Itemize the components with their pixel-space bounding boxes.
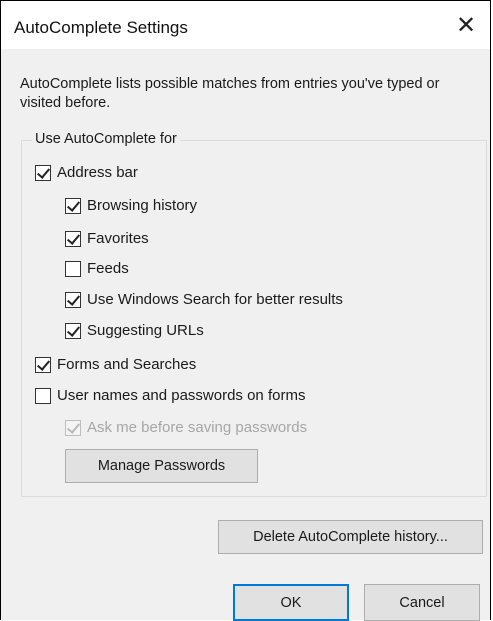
checkbox-label: Use Windows Search for better results: [87, 291, 343, 308]
checkbox-address-bar[interactable]: Address bar: [35, 164, 138, 181]
checkbox-forms-and-searches[interactable]: Forms and Searches: [35, 356, 196, 373]
delete-autocomplete-history-button[interactable]: Delete AutoComplete history...: [218, 520, 483, 554]
close-icon[interactable]: ✕: [452, 11, 480, 39]
use-autocomplete-groupbox: [21, 140, 487, 497]
checkbox-label: User names and passwords on forms: [57, 387, 306, 404]
checkbox-address-bar-box[interactable]: [35, 164, 51, 181]
cancel-button[interactable]: Cancel: [364, 584, 480, 621]
autocomplete-settings-dialog: AutoComplete Settings ✕ AutoComplete lis…: [0, 0, 491, 621]
description-text: AutoComplete lists possible matches from…: [20, 76, 440, 111]
checkbox-label: Address bar: [57, 164, 138, 181]
checkbox-browsing-history[interactable]: Browsing history: [65, 197, 197, 214]
checkbox-user-names-passwords-box[interactable]: [35, 387, 51, 404]
checkbox-label: Favorites: [87, 230, 149, 247]
checkbox-label: Feeds: [87, 260, 129, 277]
checkbox-favorites-box[interactable]: [65, 230, 81, 247]
checkbox-ask-before-saving: Ask me before saving passwords: [65, 419, 307, 436]
checkbox-user-names-passwords[interactable]: User names and passwords on forms: [35, 387, 305, 404]
checkbox-label: Ask me before saving passwords: [87, 419, 308, 436]
checkbox-suggesting-urls-box[interactable]: [65, 322, 81, 339]
checkbox-windows-search-box[interactable]: [65, 291, 81, 308]
checkbox-ask-before-saving-box: [65, 419, 81, 436]
checkbox-suggesting-urls[interactable]: Suggesting URLs: [65, 322, 204, 339]
checkbox-feeds-box[interactable]: [65, 260, 81, 277]
checkbox-favorites[interactable]: Favorites: [65, 230, 149, 247]
checkbox-forms-and-searches-box[interactable]: [35, 356, 51, 373]
checkbox-label: Suggesting URLs: [87, 322, 204, 339]
ok-button[interactable]: OK: [233, 584, 349, 621]
checkbox-windows-search[interactable]: Use Windows Search for better results: [65, 291, 343, 308]
title-bar: AutoComplete Settings ✕: [1, 1, 490, 49]
group-label: Use AutoComplete for: [32, 131, 180, 147]
dialog-title: AutoComplete Settings: [14, 18, 188, 37]
manage-passwords-button[interactable]: Manage Passwords: [65, 449, 258, 483]
checkbox-feeds[interactable]: Feeds: [65, 260, 129, 277]
checkbox-label: Browsing history: [87, 197, 198, 214]
checkbox-label: Forms and Searches: [57, 356, 197, 373]
checkbox-browsing-history-box[interactable]: [65, 197, 81, 214]
